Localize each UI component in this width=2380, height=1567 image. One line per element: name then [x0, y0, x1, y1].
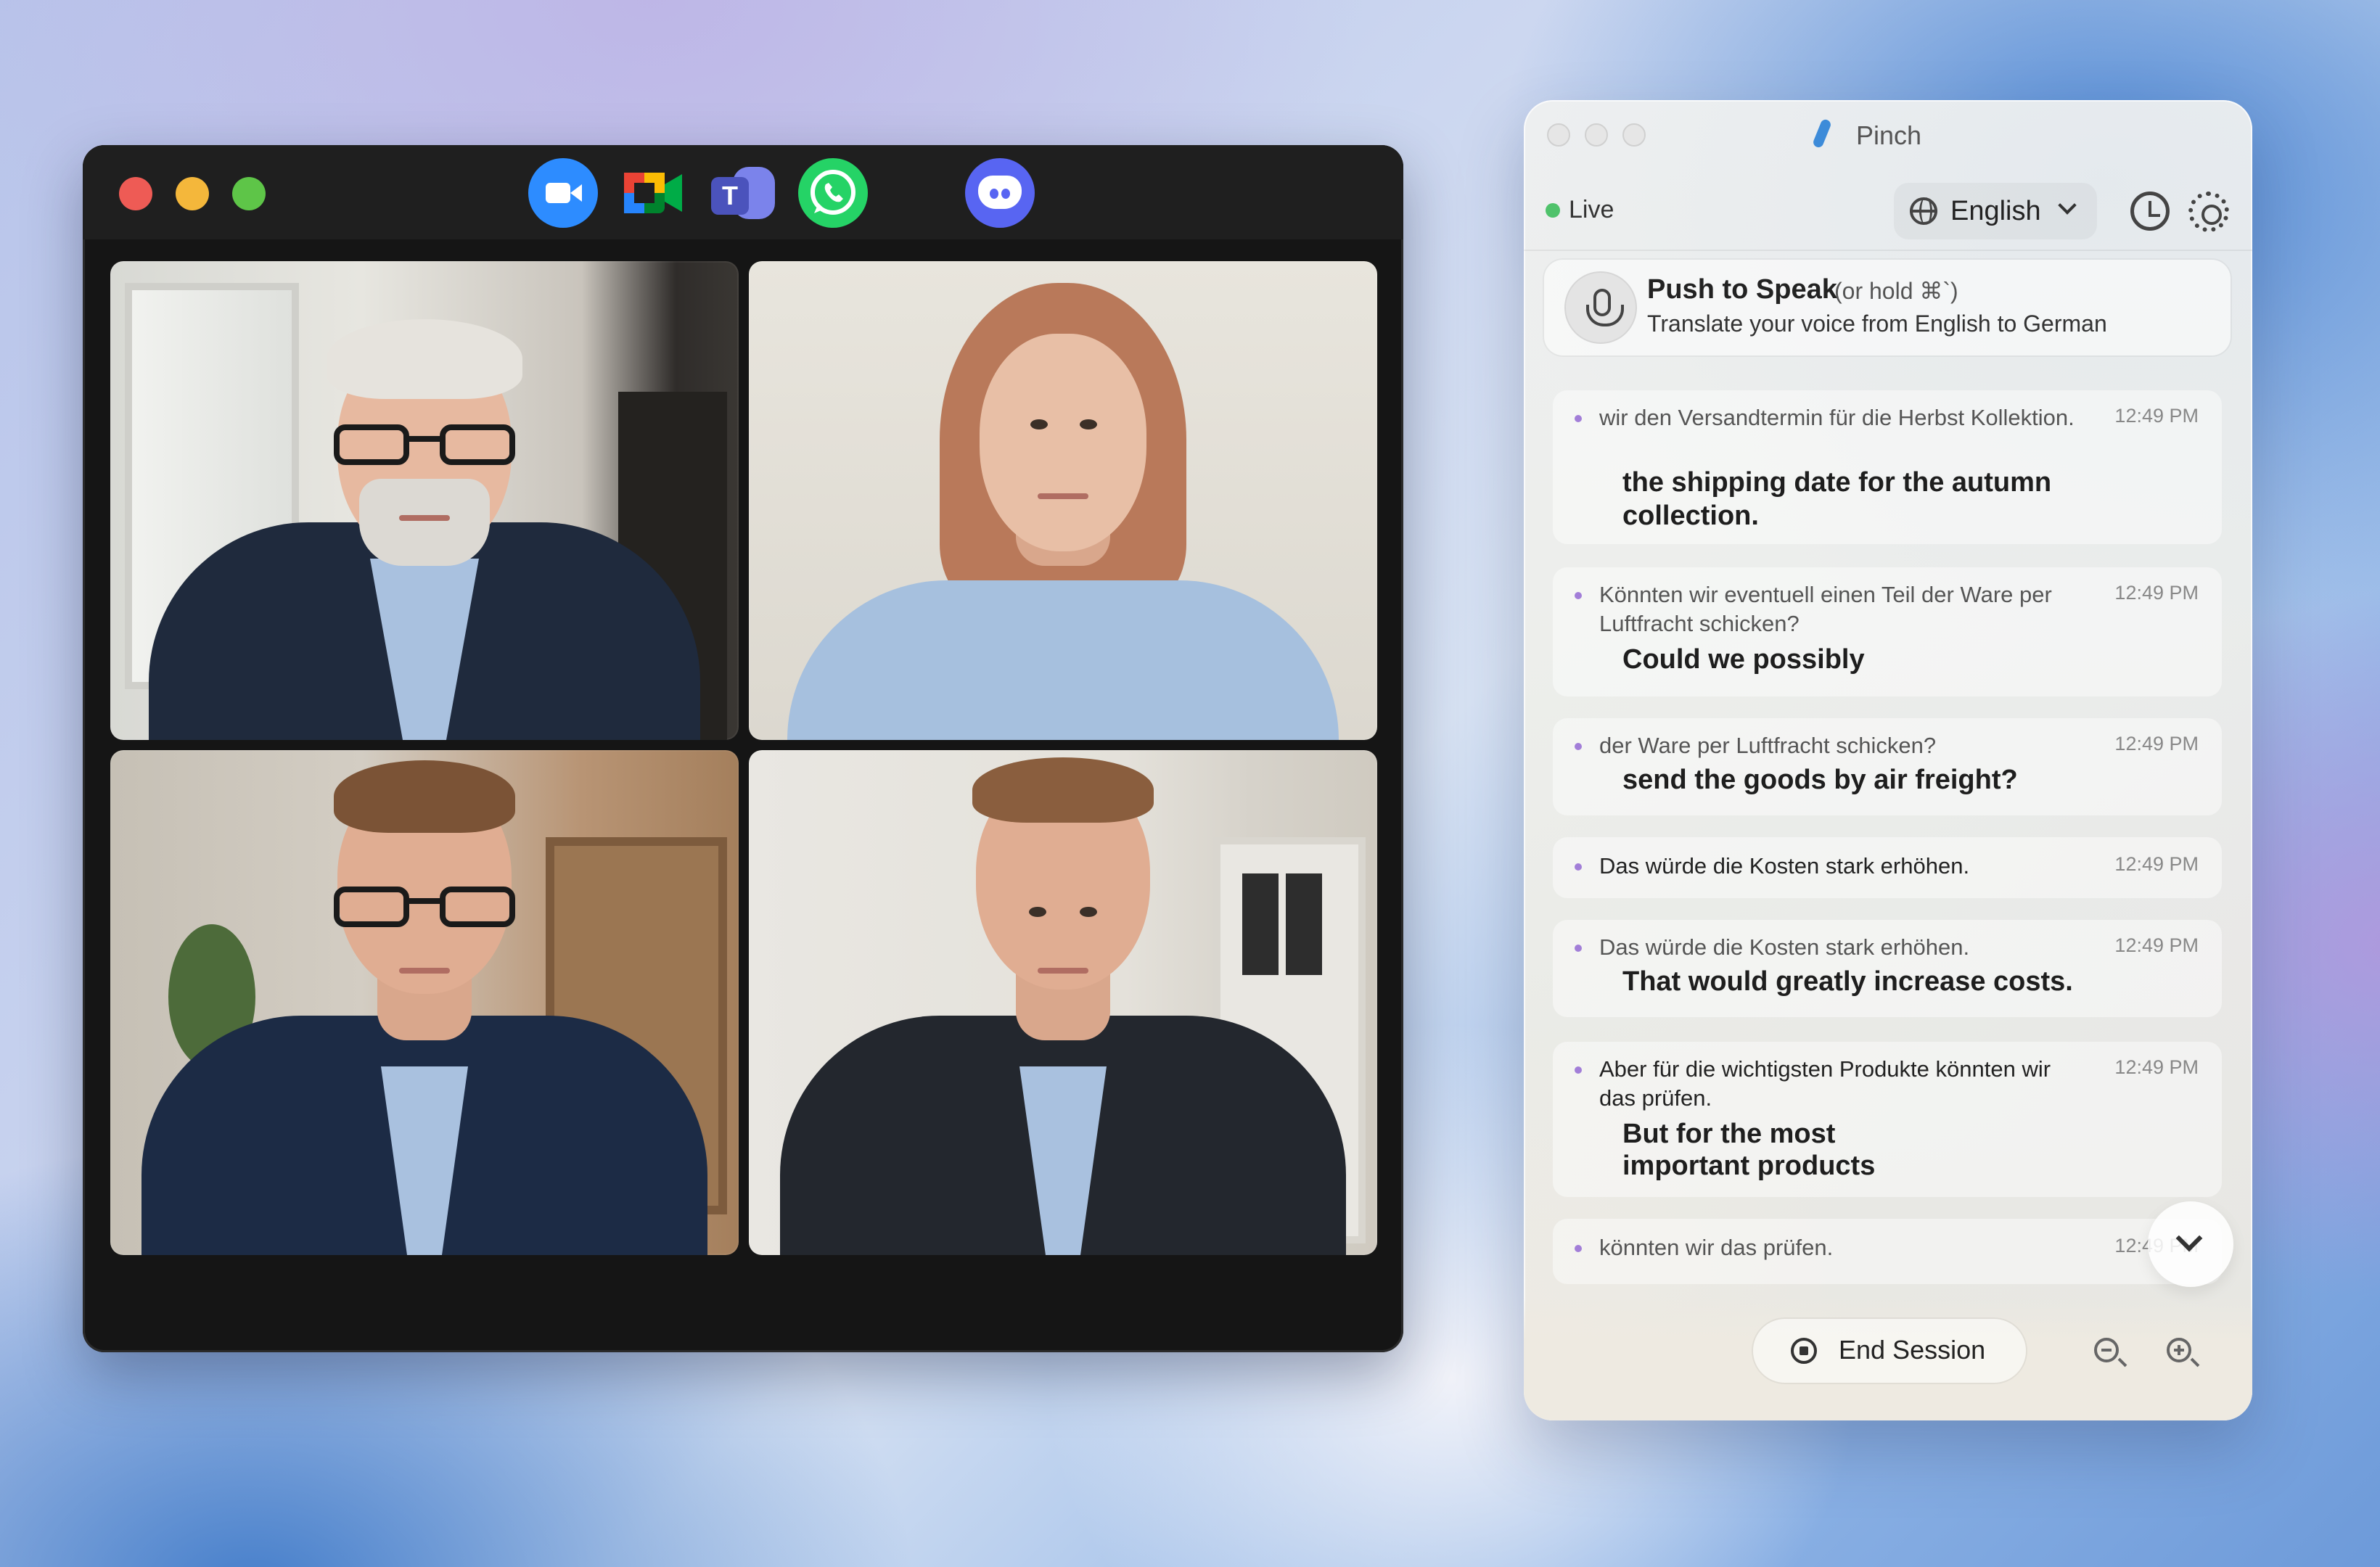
- source-text: Aber für die wichtigsten Produkte könnte…: [1599, 1056, 2051, 1111]
- push-to-speak-button[interactable]: Push to Speak (or hold ⌘`) Translate you…: [1544, 260, 2231, 355]
- source-text: könnten wir das prüfen.: [1599, 1235, 1834, 1260]
- close-window-button[interactable]: [119, 177, 152, 210]
- bullet-icon: [1575, 592, 1582, 599]
- titlebar: T: [83, 145, 1403, 239]
- zoom-in-icon[interactable]: [2167, 1338, 2200, 1367]
- timestamp: 12:49 PM: [2114, 733, 2199, 754]
- scroll-to-bottom-button[interactable]: [2148, 1201, 2233, 1287]
- translation-text: That would greatly increase costs.: [1622, 966, 2073, 997]
- pinch-panel: Pinch Live English Push to Speak (or hol…: [1524, 100, 2252, 1420]
- language-selector[interactable]: English: [1894, 183, 2097, 239]
- transcript-item: Das würde die Kosten stark erhöhen. 12:4…: [1553, 837, 2222, 898]
- participant-1-avatar: [110, 261, 739, 740]
- source-text: wir den Versandtermin für die Herbst Kol…: [1599, 405, 2075, 430]
- transcript-list[interactable]: wir den Versandtermin für die Herbst Kol…: [1553, 390, 2222, 1386]
- maximize-window-button[interactable]: [1622, 123, 1646, 147]
- transcript-item: könnten wir das prüfen. 12:49 PM: [1553, 1219, 2222, 1284]
- translation-text: important products: [1622, 1151, 1876, 1181]
- video-tile-participant-4[interactable]: [749, 750, 1377, 1255]
- video-tile-participant-1[interactable]: [110, 261, 739, 740]
- stop-icon: [1791, 1338, 1817, 1364]
- timestamp: 12:49 PM: [2114, 582, 2199, 604]
- google-meet-icon[interactable]: [618, 158, 688, 228]
- teams-icon[interactable]: T: [708, 158, 778, 228]
- translation-text: Could we possibly: [1622, 644, 1865, 675]
- source-text: Das würde die Kosten stark erhöhen.: [1599, 934, 1970, 960]
- zoom-out-icon[interactable]: [2094, 1338, 2127, 1367]
- translation-text: the shipping date for the autumn: [1622, 467, 2052, 498]
- zoom-icon[interactable]: [528, 158, 598, 228]
- transcript-item: Aber für die wichtigsten Produkte könnte…: [1553, 1042, 2222, 1197]
- language-label: English: [1950, 196, 2041, 226]
- chevron-down-icon: [2058, 196, 2077, 215]
- participant-4-avatar: [749, 750, 1377, 1255]
- chevron-down-icon: [2175, 1225, 2203, 1252]
- app-title: Pinch: [1856, 120, 1922, 150]
- bullet-icon: [1575, 415, 1582, 422]
- settings-gear-icon[interactable]: [2188, 192, 2229, 232]
- close-window-button[interactable]: [1547, 123, 1570, 147]
- participant-3-avatar: [110, 750, 739, 1255]
- timestamp: 12:49 PM: [2114, 405, 2199, 427]
- bullet-icon: [1575, 1245, 1582, 1252]
- timestamp: 12:49 PM: [2114, 1056, 2199, 1078]
- translation-text: send the goods by air freight?: [1622, 765, 2018, 795]
- end-session-label: End Session: [1839, 1335, 1986, 1365]
- pinch-logo-icon: [1812, 118, 1832, 149]
- minimize-window-button[interactable]: [1585, 123, 1608, 147]
- end-session-button[interactable]: End Session: [1753, 1319, 2026, 1383]
- microphone-button[interactable]: [1564, 271, 1637, 344]
- transcript-item: Könnten wir eventuell einen Teil der War…: [1553, 567, 2222, 696]
- source-text: Das würde die Kosten stark erhöhen.: [1599, 853, 1970, 879]
- bullet-icon: [1575, 743, 1582, 750]
- history-icon[interactable]: [2130, 192, 2170, 231]
- translation-text: collection.: [1622, 501, 1759, 531]
- discord-icon[interactable]: [965, 158, 1035, 228]
- video-call-window: T: [83, 145, 1403, 1352]
- minimize-window-button[interactable]: [176, 177, 209, 210]
- push-to-speak-title: Push to Speak: [1647, 274, 1837, 305]
- push-to-speak-shortcut: (or hold ⌘`): [1834, 278, 1958, 304]
- pinch-titlebar: Pinch: [1524, 100, 2252, 173]
- source-text: der Ware per Luftfracht schicken?: [1599, 733, 1937, 758]
- timestamp: 12:49 PM: [2114, 853, 2199, 875]
- bullet-icon: [1575, 863, 1582, 871]
- microphone-icon: [1586, 289, 1624, 326]
- maximize-window-button[interactable]: [232, 177, 266, 210]
- push-to-speak-subtitle: Translate your voice from English to Ger…: [1647, 310, 2107, 337]
- transcript-item: wir den Versandtermin für die Herbst Kol…: [1553, 390, 2222, 544]
- source-text: Könnten wir eventuell einen Teil der War…: [1599, 582, 2052, 636]
- bullet-icon: [1575, 945, 1582, 952]
- pinch-toolbar: Live English: [1524, 173, 2252, 251]
- whatsapp-icon[interactable]: [798, 158, 868, 228]
- video-tile-participant-2[interactable]: [749, 261, 1377, 740]
- bullet-icon: [1575, 1066, 1582, 1074]
- transcript-item: Das würde die Kosten stark erhöhen. That…: [1553, 920, 2222, 1017]
- video-tile-participant-3[interactable]: [110, 750, 739, 1255]
- live-status-dot-icon: [1546, 203, 1560, 218]
- globe-icon: [1910, 197, 1937, 225]
- translation-text: But for the most: [1622, 1119, 1836, 1149]
- participant-2-avatar: [749, 261, 1377, 740]
- transcript-item: der Ware per Luftfracht schicken? send t…: [1553, 718, 2222, 815]
- timestamp: 12:49 PM: [2114, 934, 2199, 956]
- live-status-label: Live: [1569, 196, 1614, 223]
